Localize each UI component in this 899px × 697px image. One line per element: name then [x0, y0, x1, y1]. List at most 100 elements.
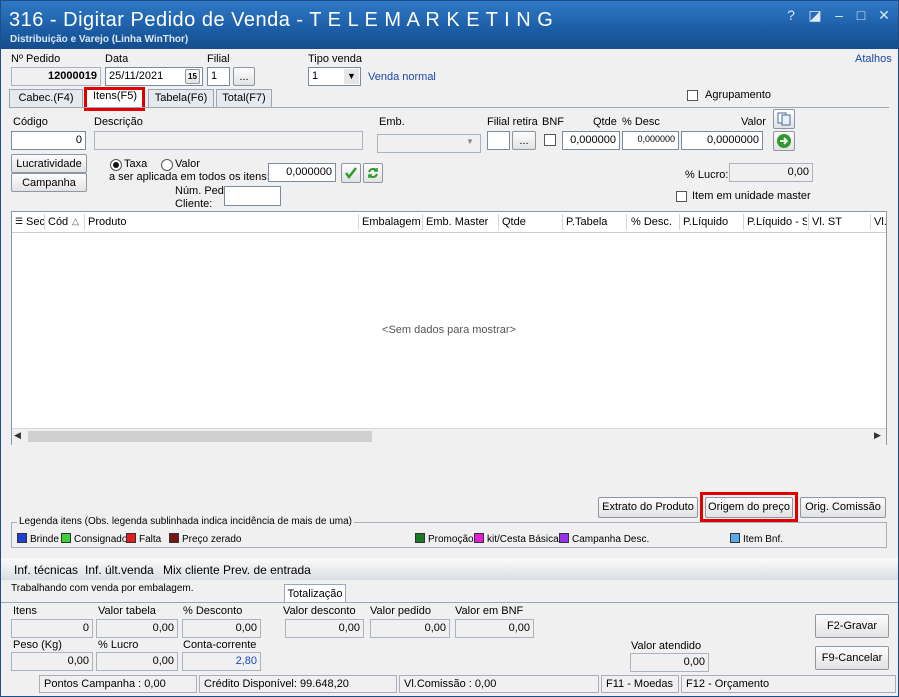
confirm-check-icon[interactable] [341, 163, 361, 183]
filial-retira-field[interactable] [487, 131, 510, 150]
num-ped-cliente-field[interactable] [224, 186, 281, 206]
col-divider [743, 214, 744, 230]
legend-swatch [61, 533, 71, 543]
conta-corrente-label: Conta-corrente [183, 639, 257, 651]
col-pliquido-s[interactable]: P.Líquido - S [747, 216, 807, 228]
col-qtde[interactable]: Qtde [502, 216, 526, 228]
col-vlst[interactable]: Vl. ST [812, 216, 842, 228]
codigo-field[interactable]: 0 [11, 131, 86, 150]
item-master-checkbox[interactable] [676, 191, 687, 202]
add-item-icon[interactable] [773, 131, 795, 151]
window-title: 316 - Digitar Pedido de Venda - T E L E … [9, 9, 554, 31]
tab-mix-cliente[interactable]: Mix cliente [163, 563, 220, 577]
valor-radio[interactable] [161, 159, 173, 171]
emb-chevron-down-icon[interactable]: ▼ [466, 137, 474, 146]
tab-cabec[interactable]: Cabec.(F4) [9, 89, 83, 107]
valor-atendido-label: Valor atendido [631, 640, 702, 652]
origem-preco-button[interactable]: Origem do preço [705, 497, 793, 518]
tab-inf-tecnicas[interactable]: Inf. técnicas [14, 563, 78, 577]
col-pliquido[interactable]: P.Líquido [683, 216, 728, 228]
filial-retira-label: Filial retira [487, 116, 538, 128]
col-produto[interactable]: Produto [88, 216, 127, 228]
tab-prev-entrada[interactable]: Prev. de entrada [223, 563, 311, 577]
orig-comissao-button[interactable]: Orig. Comissão [800, 497, 886, 518]
col-cod[interactable]: Cód [48, 216, 68, 228]
legend-swatch [559, 533, 569, 543]
tab-total[interactable]: Total(F7) [216, 89, 272, 107]
taxa-radio[interactable] [110, 159, 122, 171]
tab-totalizacao[interactable]: Totalização [284, 584, 346, 603]
col-vl[interactable]: Vl. [874, 216, 887, 228]
tipo-venda-label: Tipo venda [308, 53, 363, 65]
legend-item-bnf: Item Bnf. [730, 533, 783, 545]
copy-icon[interactable] [773, 109, 795, 129]
campanha-button[interactable]: Campanha [11, 173, 87, 192]
gravar-button[interactable]: F2-Gravar [815, 614, 889, 638]
status-orcamento[interactable]: F12 - Orçamento [681, 675, 896, 693]
valor-pedido-field: 0,00 [370, 619, 450, 638]
pct-lucro-field: 0,00 [96, 652, 178, 671]
pct-desconto-label: % Desconto [183, 605, 243, 617]
col-divider [498, 214, 499, 230]
tipo-venda-desc: Venda normal [368, 71, 436, 83]
filial-retira-lookup-button[interactable]: ... [512, 131, 536, 150]
legend-label: Consignado [74, 534, 128, 545]
valor-tabela-label: Valor tabela [98, 605, 156, 617]
status-credito: Crédito Disponível: 99.648,20 [199, 675, 397, 693]
cancelar-button[interactable]: F9-Cancelar [815, 646, 889, 670]
emb-label: Emb. [379, 116, 405, 128]
grid-menu-icon[interactable]: ☰ [15, 216, 23, 227]
bnf-checkbox[interactable] [544, 134, 556, 146]
scroll-left-icon[interactable]: ◀ [14, 430, 21, 441]
col-ptabela[interactable]: P.Tabela [566, 216, 607, 228]
data-label: Data [105, 53, 129, 65]
atalhos-link[interactable]: Atalhos [855, 53, 892, 65]
legend-consignado: Consignado [61, 533, 127, 545]
horizontal-scrollbar[interactable]: ◀ ▶ [12, 428, 886, 445]
valor-desconto-field: 0,00 [285, 619, 364, 638]
scroll-right-icon[interactable]: ▶ [874, 430, 881, 441]
col-embalagem[interactable]: Embalagem [362, 216, 421, 228]
lucratividade-button[interactable]: Lucratividade [11, 154, 87, 173]
legend-swatch [730, 533, 740, 543]
col-sec[interactable]: Sec [26, 216, 45, 228]
legend-kit: kit/Cesta Básica [474, 533, 559, 545]
maximize-icon[interactable]: □ [852, 7, 870, 23]
close-icon[interactable]: ✕ [875, 7, 893, 24]
legend-swatch [169, 533, 179, 543]
chevron-down-icon[interactable]: ▼ [344, 69, 359, 84]
grid-empty-text: <Sem dados para mostrar> [382, 324, 516, 336]
extrato-produto-button[interactable]: Extrato do Produto [598, 497, 698, 518]
grid-header: ☰ Sec Cód △ Produto Embalagem Emb. Maste… [12, 212, 887, 233]
minimize-icon[interactable]: – [830, 7, 848, 23]
descricao-label: Descrição [94, 116, 143, 128]
filial-lookup-button[interactable]: ... [233, 67, 255, 86]
agrupamento-checkbox[interactable] [687, 90, 698, 101]
filial-label: Filial [207, 53, 230, 65]
tab-tabela[interactable]: Tabela(F6) [148, 89, 214, 107]
legend-brinde: Brinde [17, 533, 59, 545]
col-emb-master[interactable]: Emb. Master [426, 216, 488, 228]
calendar-icon[interactable]: 15 [185, 69, 200, 84]
scrollbar-thumb[interactable] [28, 431, 372, 442]
restore-panel-icon[interactable]: ◪ [806, 7, 824, 24]
taxa-label: Taxa [124, 158, 148, 170]
aplicada-field[interactable]: 0,000000 [268, 163, 336, 182]
tab-inf-ult-venda[interactable]: Inf. últ.venda [85, 563, 154, 577]
desc-field[interactable]: 0,000000 [622, 131, 679, 150]
valor-desconto-label: Valor desconto [283, 605, 356, 617]
col-divider [44, 214, 45, 230]
filial-field[interactable]: 1 [207, 67, 230, 86]
help-icon[interactable]: ? [782, 7, 800, 23]
items-grid[interactable]: ☰ Sec Cód △ Produto Embalagem Emb. Maste… [11, 211, 887, 445]
col-desc[interactable]: % Desc. [631, 216, 672, 228]
qtde-field[interactable]: 0,000000 [562, 131, 620, 150]
aplicada-label: a ser aplicada em todos os itens: [109, 171, 270, 183]
tab-itens[interactable]: Itens(F5) [85, 87, 145, 108]
legend-label: kit/Cesta Básica [487, 534, 559, 545]
status-moedas[interactable]: F11 - Moedas [601, 675, 679, 693]
refresh-icon[interactable] [363, 163, 383, 183]
legend-preco-zerado: Preço zerado [169, 533, 241, 545]
legend-swatch [415, 533, 425, 543]
valor-field[interactable]: 0,0000000 [681, 131, 763, 150]
